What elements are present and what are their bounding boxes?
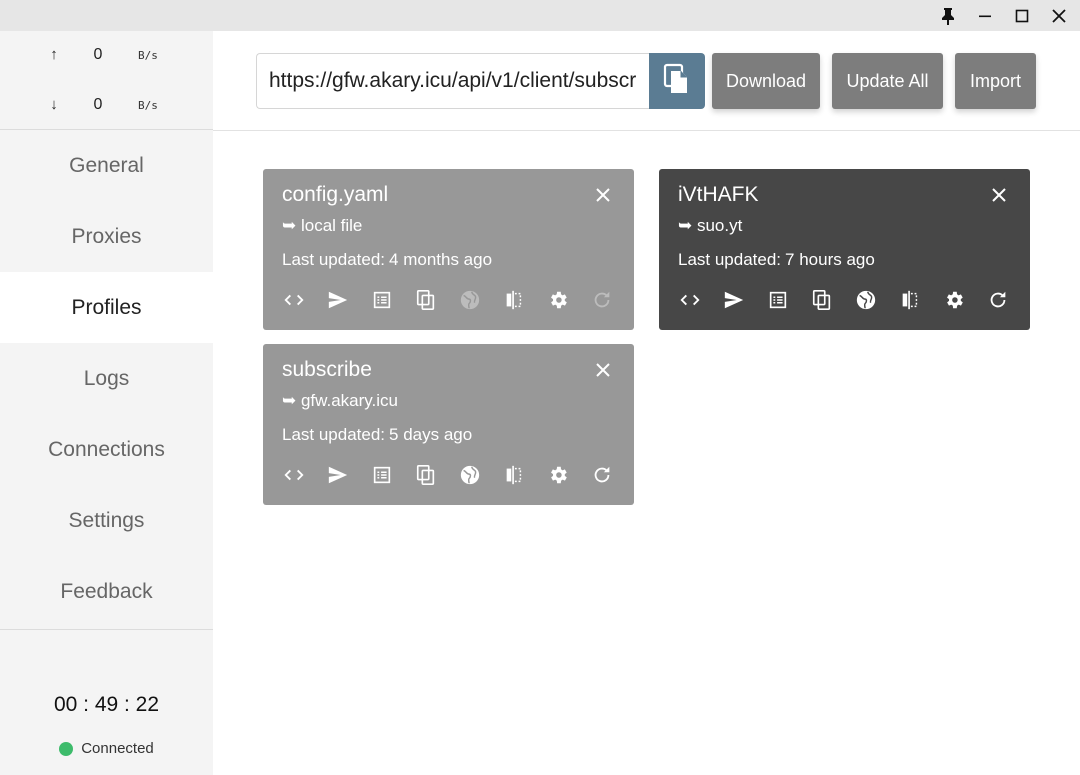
sidebar-item-settings[interactable]: Settings [0,485,213,556]
gear-icon[interactable] [546,288,570,312]
code-icon[interactable] [282,463,306,487]
status-label: Connected [81,740,154,757]
import-button[interactable]: Import [955,53,1036,109]
profile-updated-value: 5 days ago [389,425,473,444]
profile-updated-label: Last updated: [282,425,386,444]
upload-unit: B/s [138,49,158,62]
gear-icon[interactable] [546,463,570,487]
minimize-icon[interactable] [967,0,1003,31]
copy-icon[interactable] [810,288,834,312]
profile-card-config[interactable]: config.yaml ➥ local file Last updated: 4 … [263,169,634,330]
compare-icon[interactable] [502,463,526,487]
update-all-button[interactable]: Update All [832,53,943,109]
profile-title: config.yaml [282,183,389,206]
close-icon[interactable] [1041,0,1077,31]
profile-updated: Last updated: 7 hours ago [678,250,875,270]
download-speed: ↓ 0 B/s [0,96,213,116]
profile-updated-label: Last updated: [678,250,782,269]
globe-icon[interactable] [854,288,878,312]
sidebar-divider [0,629,213,630]
profile-title: iVtHAFK [678,183,759,206]
sidebar-item-connections[interactable]: Connections [0,414,213,485]
profile-title: subscribe [282,358,372,381]
paste-button[interactable] [649,53,705,109]
sidebar-item-general[interactable]: General [0,130,213,201]
connection-timer: 00 : 49 : 22 [53,693,160,716]
refresh-icon[interactable] [590,463,614,487]
sidebar-item-feedback[interactable]: Feedback [0,556,213,627]
send-icon[interactable] [722,288,746,312]
compare-icon[interactable] [502,288,526,312]
globe-icon [458,288,482,312]
profile-source: ➥ gfw.akary.icu [282,391,398,410]
subscription-url-input[interactable] [256,53,649,109]
upload-value: 0 [93,46,103,63]
title-bar [0,0,1080,31]
profile-updated-label: Last updated: [282,250,386,269]
send-icon[interactable] [326,463,350,487]
close-icon[interactable] [988,184,1010,206]
profile-source: ➥ suo.yt [678,216,743,235]
profile-source: ➥ local file [282,216,363,235]
copy-icon[interactable] [414,463,438,487]
profile-updated-value: 7 hours ago [785,250,875,269]
profiles-toolbar: Download Update All Import [213,31,1080,131]
profile-updated: Last updated: 4 months ago [282,250,492,270]
download-button[interactable]: Download [712,53,820,109]
code-icon[interactable] [282,288,306,312]
list-icon[interactable] [370,463,394,487]
close-icon[interactable] [592,359,614,381]
gear-icon[interactable] [942,288,966,312]
sidebar-item-logs[interactable]: Logs [0,343,213,414]
download-unit: B/s [138,99,158,112]
connection-status: Connected [0,740,213,757]
compare-icon[interactable] [898,288,922,312]
profile-updated-value: 4 months ago [389,250,493,269]
refresh-icon [590,288,614,312]
copy-icon[interactable] [414,288,438,312]
list-icon[interactable] [370,288,394,312]
send-icon[interactable] [326,288,350,312]
globe-icon[interactable] [458,463,482,487]
sidebar-nav: General Proxies Profiles Logs Connection… [0,130,213,627]
download-value: 0 [93,96,103,113]
upload-arrow-icon: ↑ [50,46,58,63]
traffic-panel: ↑ 0 B/s ↓ 0 B/s [0,31,213,130]
close-icon[interactable] [592,184,614,206]
download-arrow-icon: ↓ [50,96,58,113]
sidebar-item-proxies[interactable]: Proxies [0,201,213,272]
paste-icon [663,63,691,100]
pin-icon[interactable] [930,0,966,31]
sidebar-item-profiles[interactable]: Profiles [0,272,213,343]
code-icon[interactable] [678,288,702,312]
maximize-icon[interactable] [1004,0,1040,31]
list-icon[interactable] [766,288,790,312]
profile-updated: Last updated: 5 days ago [282,425,472,445]
refresh-icon[interactable] [986,288,1010,312]
upload-speed: ↑ 0 B/s [0,46,213,66]
status-dot-icon [59,741,74,756]
sidebar: ↑ 0 B/s ↓ 0 B/s General Proxies Profiles… [0,31,213,775]
profile-card-subscribe[interactable]: subscribe ➥ gfw.akary.icu Last updated: 5… [263,344,634,505]
profile-card-ivthafk[interactable]: iVtHAFK ➥ suo.yt Last updated: 7 hours ag… [659,169,1030,330]
